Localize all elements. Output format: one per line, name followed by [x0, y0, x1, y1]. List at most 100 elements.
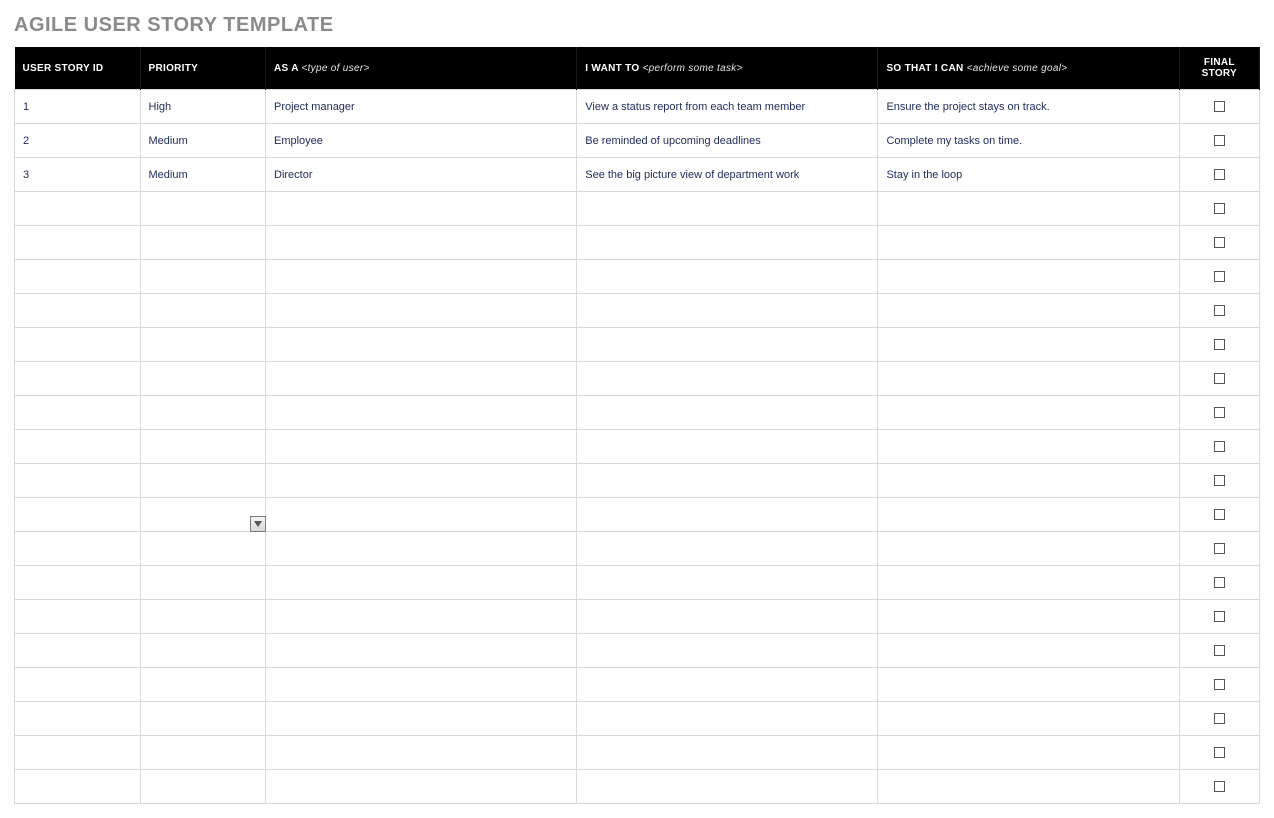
final-story-checkbox[interactable] [1214, 339, 1225, 350]
cell-goal[interactable] [878, 362, 1179, 396]
cell-id[interactable] [15, 770, 141, 804]
cell-asa[interactable] [266, 634, 577, 668]
cell-want[interactable] [577, 532, 878, 566]
cell-asa[interactable] [266, 430, 577, 464]
cell-goal[interactable] [878, 498, 1179, 532]
cell-id[interactable] [15, 600, 141, 634]
cell-goal[interactable] [878, 702, 1179, 736]
final-story-checkbox[interactable] [1214, 305, 1225, 316]
cell-prio[interactable]: High [140, 90, 266, 124]
cell-goal[interactable] [878, 566, 1179, 600]
final-story-checkbox[interactable] [1214, 203, 1225, 214]
cell-prio[interactable] [140, 464, 266, 498]
cell-prio[interactable] [140, 362, 266, 396]
cell-asa[interactable] [266, 600, 577, 634]
cell-id[interactable] [15, 702, 141, 736]
cell-prio[interactable] [140, 600, 266, 634]
cell-id[interactable] [15, 668, 141, 702]
cell-prio[interactable] [140, 260, 266, 294]
cell-want[interactable] [577, 566, 878, 600]
final-story-checkbox[interactable] [1214, 271, 1225, 282]
final-story-checkbox[interactable] [1214, 373, 1225, 384]
cell-prio[interactable] [140, 532, 266, 566]
cell-goal[interactable] [878, 532, 1179, 566]
cell-asa[interactable] [266, 736, 577, 770]
cell-id[interactable]: 3 [15, 158, 141, 192]
final-story-checkbox[interactable] [1214, 577, 1225, 588]
cell-want[interactable] [577, 294, 878, 328]
cell-asa[interactable] [266, 328, 577, 362]
cell-goal[interactable] [878, 260, 1179, 294]
final-story-checkbox[interactable] [1214, 713, 1225, 724]
cell-want[interactable] [577, 226, 878, 260]
cell-goal[interactable] [878, 328, 1179, 362]
priority-dropdown-button[interactable] [250, 516, 266, 532]
cell-id[interactable] [15, 566, 141, 600]
cell-asa[interactable] [266, 770, 577, 804]
cell-prio[interactable] [140, 396, 266, 430]
cell-goal[interactable] [878, 668, 1179, 702]
cell-want[interactable] [577, 260, 878, 294]
cell-id[interactable] [15, 260, 141, 294]
cell-id[interactable] [15, 634, 141, 668]
cell-want[interactable] [577, 770, 878, 804]
cell-goal[interactable] [878, 736, 1179, 770]
cell-goal[interactable]: Stay in the loop [878, 158, 1179, 192]
cell-goal[interactable] [878, 192, 1179, 226]
cell-prio[interactable] [140, 668, 266, 702]
cell-want[interactable] [577, 192, 878, 226]
cell-asa[interactable]: Project manager [266, 90, 577, 124]
cell-want[interactable] [577, 600, 878, 634]
cell-asa[interactable] [266, 702, 577, 736]
cell-want[interactable]: View a status report from each team memb… [577, 90, 878, 124]
cell-want[interactable] [577, 702, 878, 736]
cell-want[interactable] [577, 464, 878, 498]
cell-asa[interactable] [266, 464, 577, 498]
cell-prio[interactable] [140, 192, 266, 226]
final-story-checkbox[interactable] [1214, 781, 1225, 792]
cell-id[interactable] [15, 396, 141, 430]
final-story-checkbox[interactable] [1214, 645, 1225, 656]
cell-asa[interactable] [266, 498, 577, 532]
final-story-checkbox[interactable] [1214, 475, 1225, 486]
cell-want[interactable] [577, 498, 878, 532]
cell-asa[interactable] [266, 668, 577, 702]
cell-goal[interactable] [878, 396, 1179, 430]
final-story-checkbox[interactable] [1214, 543, 1225, 554]
cell-asa[interactable] [266, 294, 577, 328]
cell-want[interactable] [577, 396, 878, 430]
cell-goal[interactable] [878, 226, 1179, 260]
cell-id[interactable] [15, 532, 141, 566]
final-story-checkbox[interactable] [1214, 509, 1225, 520]
cell-want[interactable] [577, 362, 878, 396]
cell-id[interactable] [15, 328, 141, 362]
cell-goal[interactable] [878, 294, 1179, 328]
cell-prio[interactable] [140, 294, 266, 328]
cell-prio[interactable] [140, 498, 266, 532]
cell-prio[interactable] [140, 226, 266, 260]
cell-id[interactable] [15, 226, 141, 260]
cell-want[interactable] [577, 736, 878, 770]
final-story-checkbox[interactable] [1214, 237, 1225, 248]
cell-prio[interactable]: Medium [140, 124, 266, 158]
cell-goal[interactable] [878, 634, 1179, 668]
cell-asa[interactable]: Employee [266, 124, 577, 158]
cell-want[interactable] [577, 430, 878, 464]
cell-goal[interactable] [878, 430, 1179, 464]
cell-asa[interactable] [266, 566, 577, 600]
final-story-checkbox[interactable] [1214, 441, 1225, 452]
cell-want[interactable]: See the big picture view of department w… [577, 158, 878, 192]
cell-prio[interactable] [140, 328, 266, 362]
cell-asa[interactable] [266, 532, 577, 566]
cell-id[interactable] [15, 294, 141, 328]
cell-goal[interactable] [878, 600, 1179, 634]
cell-id[interactable] [15, 736, 141, 770]
cell-id[interactable] [15, 464, 141, 498]
cell-prio[interactable] [140, 770, 266, 804]
final-story-checkbox[interactable] [1214, 101, 1225, 112]
cell-want[interactable] [577, 328, 878, 362]
cell-prio[interactable] [140, 736, 266, 770]
cell-id[interactable] [15, 430, 141, 464]
cell-want[interactable]: Be reminded of upcoming deadlines [577, 124, 878, 158]
final-story-checkbox[interactable] [1214, 679, 1225, 690]
